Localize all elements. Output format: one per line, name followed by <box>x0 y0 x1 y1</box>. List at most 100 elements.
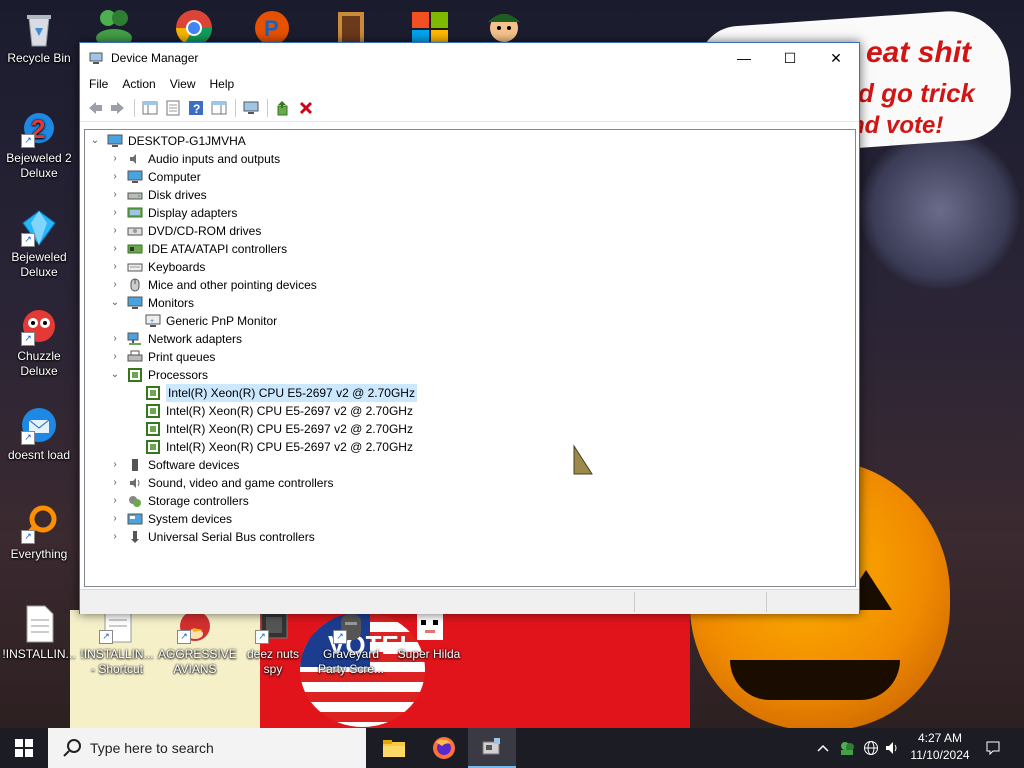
tree-category[interactable]: › Storage controllers <box>109 492 248 510</box>
tree-category[interactable]: › Computer <box>109 168 200 186</box>
expand-chevron-icon[interactable]: › <box>109 330 121 348</box>
update-driver-button[interactable] <box>272 97 294 119</box>
menu-file[interactable]: File <box>82 77 115 91</box>
taskbar-search-box[interactable]: Type here to search <box>48 728 366 768</box>
menu-view[interactable]: View <box>163 77 203 91</box>
tree-category[interactable]: ⌄ Processors <box>109 366 208 384</box>
show-hide-console-tree-button[interactable] <box>139 97 161 119</box>
desktop-icon-bejeweled[interactable]: ↗ Bejeweled Deluxe <box>2 207 76 280</box>
pirate-character-icon[interactable] <box>482 6 526 46</box>
scan-hardware-button[interactable] <box>240 97 262 119</box>
minimize-button[interactable]: — <box>721 43 767 73</box>
device-manager-window[interactable]: Device Manager — ☐ ✕ File Action View He… <box>79 42 860 614</box>
action-pane-button[interactable] <box>208 97 230 119</box>
tree-category[interactable]: › IDE ATA/ATAPI controllers <box>109 240 287 258</box>
back-arrow-icon <box>89 102 102 114</box>
desktop-icon-everything[interactable]: ↗ Everything <box>2 504 76 562</box>
sound-icon <box>127 476 143 490</box>
expand-chevron-icon[interactable]: › <box>109 168 121 186</box>
tree-category[interactable]: › Sound, video and game controllers <box>109 474 333 492</box>
tree-root-computer[interactable]: ⌄ DESKTOP-G1JMVHA <box>89 132 246 150</box>
collapse-chevron-icon[interactable]: ⌄ <box>109 294 121 312</box>
expand-chevron-icon[interactable]: › <box>109 186 121 204</box>
desktop-icon-installing[interactable]: !INSTALLIN... <box>2 604 76 662</box>
taskbar-device-manager[interactable] <box>468 728 516 768</box>
wallpaper-speech-line-2: d go trick <box>858 78 976 108</box>
computer-icon <box>127 170 143 184</box>
tree-category[interactable]: › System devices <box>109 510 232 528</box>
toolbar-separator <box>134 99 135 117</box>
expand-chevron-icon[interactable]: › <box>109 348 121 366</box>
windows-store-icon[interactable] <box>408 6 452 46</box>
tree-category[interactable]: › Disk drives <box>109 186 206 204</box>
everything-search-icon: ↗ <box>19 504 59 544</box>
tree-device[interactable]: Intel(R) Xeon(R) CPU E5-2697 v2 @ 2.70GH… <box>127 384 417 402</box>
notification-center-button[interactable] <box>978 728 1008 768</box>
desktop-icon-chuzzle[interactable]: ↗ Chuzzle Deluxe <box>2 306 76 379</box>
tree-category[interactable]: › Network adapters <box>109 330 242 348</box>
maximize-button[interactable]: ☐ <box>767 43 813 73</box>
desktop-icon-label: Everything <box>10 547 68 561</box>
expand-chevron-icon[interactable]: › <box>109 510 121 528</box>
tree-category[interactable]: › Audio inputs and outputs <box>109 150 280 168</box>
tree-device[interactable]: Intel(R) Xeon(R) CPU E5-2697 v2 @ 2.70GH… <box>127 420 413 438</box>
tree-category[interactable]: › Print queues <box>109 348 215 366</box>
action-pane-icon <box>211 101 227 115</box>
expand-chevron-icon[interactable]: › <box>109 204 121 222</box>
processor-chip-icon <box>145 440 161 454</box>
expand-chevron-icon[interactable]: › <box>109 456 121 474</box>
menu-action[interactable]: Action <box>115 77 162 91</box>
taskbar-firefox[interactable] <box>420 728 468 768</box>
tray-green-app[interactable] <box>836 728 858 768</box>
tree-category[interactable]: › Display adapters <box>109 204 237 222</box>
green-people-icon[interactable] <box>92 6 136 47</box>
close-button[interactable]: ✕ <box>813 43 859 73</box>
desktop-icon-thunderbird[interactable]: ↗ doesnt load <box>2 405 76 463</box>
taskbar-file-explorer[interactable] <box>370 728 418 768</box>
expand-chevron-icon[interactable]: › <box>109 258 121 276</box>
expand-chevron-icon[interactable]: › <box>109 150 121 168</box>
uninstall-device-button[interactable] <box>295 97 317 119</box>
back-button[interactable] <box>84 97 106 119</box>
menu-help[interactable]: Help <box>203 77 242 91</box>
tree-device[interactable]: + Generic PnP Monitor <box>127 312 277 330</box>
desktop-icon-bejeweled2[interactable]: 2 ↗ Bejeweled 2 Deluxe <box>2 108 76 181</box>
collapse-chevron-icon[interactable]: ⌄ <box>89 132 101 150</box>
tree-category[interactable]: › DVD/CD-ROM drives <box>109 222 261 240</box>
expand-chevron-icon[interactable]: › <box>109 222 121 240</box>
pinball-icon[interactable]: P <box>250 6 294 46</box>
tree-category[interactable]: › Keyboards <box>109 258 205 276</box>
expand-chevron-icon[interactable]: › <box>109 528 121 546</box>
chrome-icon[interactable] <box>172 6 216 46</box>
book-app-icon[interactable] <box>330 6 374 46</box>
device-tree[interactable]: ⌄ DESKTOP-G1JMVHA › Audio inputs and output… <box>84 129 856 587</box>
tree-category[interactable]: ⌄ Monitors <box>109 294 194 312</box>
search-icon <box>62 738 82 758</box>
desktop-icon-installing-shortcut[interactable]: ↗ !INSTALLIN... - Shortcut <box>80 604 154 677</box>
tree-category[interactable]: › Universal Serial Bus controllers <box>109 528 314 546</box>
start-button[interactable] <box>0 728 48 768</box>
collapse-chevron-icon[interactable]: ⌄ <box>109 366 121 384</box>
tray-network[interactable] <box>860 728 882 768</box>
tree-category[interactable]: › Software devices <box>109 456 239 474</box>
expand-chevron-icon[interactable]: › <box>109 276 121 294</box>
forward-button[interactable] <box>107 97 129 119</box>
tree-item-label: System devices <box>148 512 233 526</box>
show-hidden-icons-button[interactable] <box>812 728 834 768</box>
taskbar-clock[interactable]: 4:27 AM 11/10/2024 <box>900 730 980 764</box>
tree-device[interactable]: Intel(R) Xeon(R) CPU E5-2697 v2 @ 2.70GH… <box>127 438 413 456</box>
expand-chevron-icon[interactable]: › <box>109 492 121 510</box>
expand-chevron-icon[interactable]: › <box>109 240 121 258</box>
tree-device[interactable]: Intel(R) Xeon(R) CPU E5-2697 v2 @ 2.70GH… <box>127 402 413 420</box>
tray-volume[interactable] <box>882 728 902 768</box>
processor-chip-icon <box>145 422 161 436</box>
desktop-icon-graveyard-party[interactable]: ↗ Graveyard Party Scre... <box>314 604 388 677</box>
desktop-icon-aggressive-avians[interactable]: ↗ AGGRESSIVE AVIANS <box>158 604 237 677</box>
desktop-icon-deez-nuts-spy[interactable]: ↗ deez nuts spy <box>236 604 310 677</box>
properties-button[interactable] <box>162 97 184 119</box>
help-button[interactable]: ? <box>185 97 207 119</box>
title-bar[interactable]: Device Manager — ☐ ✕ <box>80 43 859 73</box>
desktop-icon-recycle-bin[interactable]: Recycle Bin <box>2 8 76 66</box>
expand-chevron-icon[interactable]: › <box>109 474 121 492</box>
tree-category[interactable]: › Mice and other pointing devices <box>109 276 316 294</box>
